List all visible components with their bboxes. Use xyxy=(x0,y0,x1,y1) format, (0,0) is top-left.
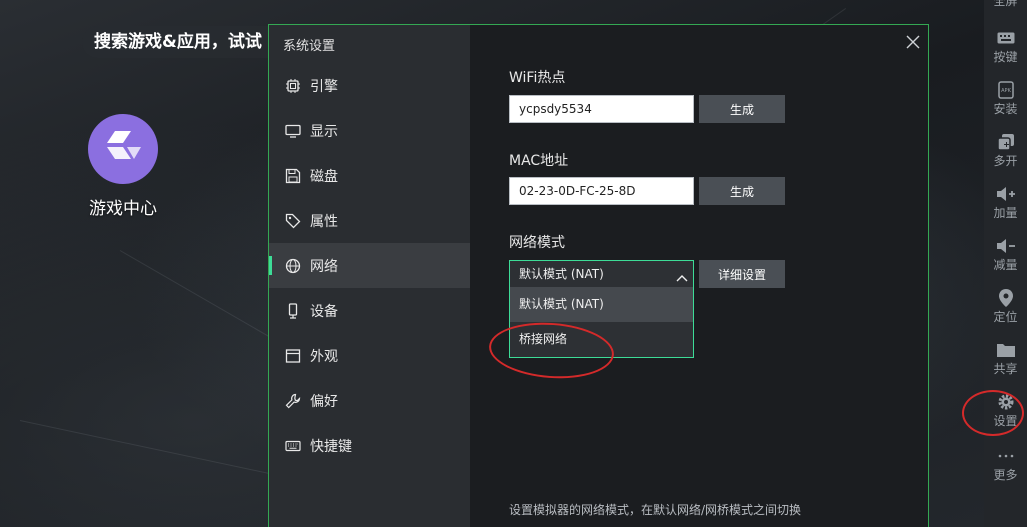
tag-icon xyxy=(285,213,301,229)
sidebar-item-label: 网络 xyxy=(310,258,338,275)
chip-icon xyxy=(285,78,301,94)
game-center-icon[interactable] xyxy=(88,114,158,184)
close-icon xyxy=(906,35,920,49)
monitor-icon xyxy=(285,123,301,139)
chevron-up-icon xyxy=(676,268,688,282)
option-nat-mode[interactable]: 默认模式 (NAT) xyxy=(510,287,693,322)
sidebar-item-label: 设备 xyxy=(310,303,338,320)
wifi-hotspot-label: WiFi热点 xyxy=(509,70,566,86)
toolbar-settings[interactable]: 设置 xyxy=(984,392,1027,444)
option-bridge-network[interactable]: 桥接网络 xyxy=(510,322,693,357)
sidebar-item-disk[interactable]: 磁盘 xyxy=(269,153,470,198)
more-dots-icon xyxy=(996,446,1016,466)
sidebar-item-label: 引擎 xyxy=(310,78,338,95)
volume-down-icon xyxy=(996,236,1016,256)
toolbar-more[interactable]: 更多 xyxy=(984,446,1027,498)
gear-icon xyxy=(996,392,1016,412)
window-icon xyxy=(285,348,301,364)
network-mode-description: 设置模拟器的网络模式，在默认网络/网桥模式之间切换 xyxy=(509,503,802,517)
toolbar-volume-up[interactable]: 加量 xyxy=(984,184,1027,236)
sidebar-item-label: 磁盘 xyxy=(310,168,338,185)
globe-icon xyxy=(285,258,301,274)
sidebar-item-shortcuts[interactable]: 快捷键 xyxy=(269,423,470,468)
multi-instance-icon xyxy=(996,132,1016,152)
sidebar-item-label: 外观 xyxy=(310,348,338,365)
sidebar-item-display[interactable]: 显示 xyxy=(269,108,470,153)
toolbar-label: 多开 xyxy=(993,154,1018,168)
sidebar-item-label: 快捷键 xyxy=(310,438,352,455)
toolbar-label: 定位 xyxy=(993,310,1018,324)
network-mode-label: 网络模式 xyxy=(509,235,565,251)
network-mode-dropdown: 默认模式 (NAT) 桥接网络 xyxy=(509,287,694,358)
sidebar-item-properties[interactable]: 属性 xyxy=(269,198,470,243)
toolbar-label: 共享 xyxy=(993,362,1018,376)
disk-icon xyxy=(285,168,301,184)
wrench-icon xyxy=(285,393,301,409)
settings-sidebar: 系统设置 引擎 显示 磁盘 属性 网络 设备 外观 偏好 快捷键 xyxy=(269,25,470,527)
toolbar-keymap[interactable]: 按键 xyxy=(984,28,1027,80)
apk-install-icon: APK xyxy=(996,80,1016,100)
generate-mac-button[interactable]: 生成 xyxy=(699,177,785,205)
toolbar-location[interactable]: 定位 xyxy=(984,288,1027,340)
phone-icon xyxy=(285,302,301,319)
toolbar-label: 安装 xyxy=(993,102,1018,116)
toolbar-install[interactable]: APK 安装 xyxy=(984,80,1027,132)
detail-settings-button[interactable]: 详细设置 xyxy=(699,260,785,288)
network-mode-selected: 默认模式 (NAT) xyxy=(519,267,604,281)
toolbar-label: 按键 xyxy=(993,50,1018,64)
mac-address-field[interactable]: 02-23-0D-FC-25-8D xyxy=(509,177,694,205)
toolbar-label: 更多 xyxy=(993,468,1018,482)
toolbar-volume-down[interactable]: 减量 xyxy=(984,236,1027,288)
sidebar-item-preferences[interactable]: 偏好 xyxy=(269,378,470,423)
network-mode-select[interactable]: 默认模式 (NAT) xyxy=(509,260,694,288)
toolbar-label: 减量 xyxy=(993,258,1018,272)
sidebar-item-engine[interactable]: 引擎 xyxy=(269,63,470,108)
sidebar-item-label: 偏好 xyxy=(310,393,338,410)
keyboard-icon xyxy=(285,438,301,454)
mac-address-label: MAC地址 xyxy=(509,153,569,169)
keyboard-icon xyxy=(996,28,1016,48)
volume-up-icon xyxy=(996,184,1016,204)
svg-text:APK: APK xyxy=(1001,88,1011,94)
folder-icon xyxy=(996,340,1016,360)
toolbar-label: 设置 xyxy=(993,414,1018,428)
emulator-right-toolbar: 全屏 按键 APK 安装 多开 加量 减量 定位 共享 设置 更多 xyxy=(984,0,1027,527)
toolbar-label: 全屏 xyxy=(993,0,1018,8)
sidebar-item-device[interactable]: 设备 xyxy=(269,288,470,333)
toolbar-multi-instance[interactable]: 多开 xyxy=(984,132,1027,184)
system-settings-dialog: 系统设置 引擎 显示 磁盘 属性 网络 设备 外观 偏好 快捷键 WiFi热点 … xyxy=(268,24,929,527)
toolbar-share[interactable]: 共享 xyxy=(984,340,1027,392)
sidebar-item-network[interactable]: 网络 xyxy=(269,243,470,288)
wifi-hotspot-field[interactable]: ycpsdy5534 xyxy=(509,95,694,123)
sidebar-item-label: 属性 xyxy=(310,213,338,230)
sidebar-item-appearance[interactable]: 外观 xyxy=(269,333,470,378)
sidebar-item-label: 显示 xyxy=(310,123,338,140)
generate-wifi-button[interactable]: 生成 xyxy=(699,95,785,123)
game-center-label[interactable]: 游戏中心 xyxy=(89,194,157,219)
toolbar-label: 加量 xyxy=(993,206,1018,220)
location-pin-icon xyxy=(996,288,1016,308)
dialog-title: 系统设置 xyxy=(283,39,336,54)
close-button[interactable] xyxy=(905,34,921,50)
